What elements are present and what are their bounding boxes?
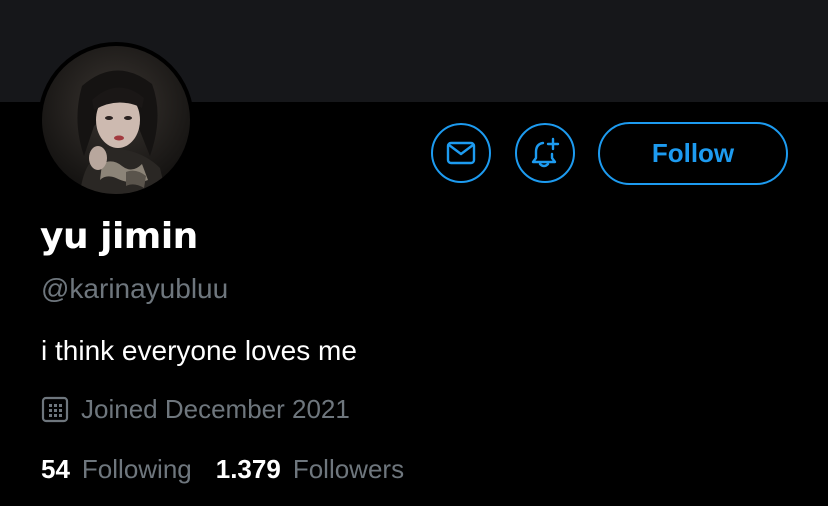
- follow-button[interactable]: Follow: [598, 122, 788, 185]
- notification-subscribe-button[interactable]: [515, 123, 575, 183]
- following-label: Following: [81, 453, 192, 484]
- display-name: yu jimin: [40, 216, 198, 257]
- message-button[interactable]: [431, 123, 491, 183]
- joined-date: Joined December 2021: [41, 391, 350, 427]
- username-handle: @karinayubluu: [41, 273, 229, 304]
- envelope-icon: [446, 141, 476, 165]
- joined-date-text: Joined December 2021: [81, 393, 350, 424]
- profile-stats: 54 Following 1.379 Followers: [41, 451, 404, 487]
- avatar[interactable]: [38, 42, 194, 198]
- following-link[interactable]: 54 Following: [41, 454, 192, 485]
- profile-bio: i think everyone loves me: [41, 335, 357, 366]
- bell-plus-icon: [531, 137, 560, 168]
- followers-link[interactable]: 1.379 Followers: [216, 454, 404, 485]
- followers-count: 1.379: [215, 453, 281, 484]
- following-count: 54: [41, 453, 70, 484]
- followers-label: Followers: [292, 453, 405, 484]
- calendar-icon: [41, 395, 69, 423]
- avatar-photo: [42, 46, 190, 194]
